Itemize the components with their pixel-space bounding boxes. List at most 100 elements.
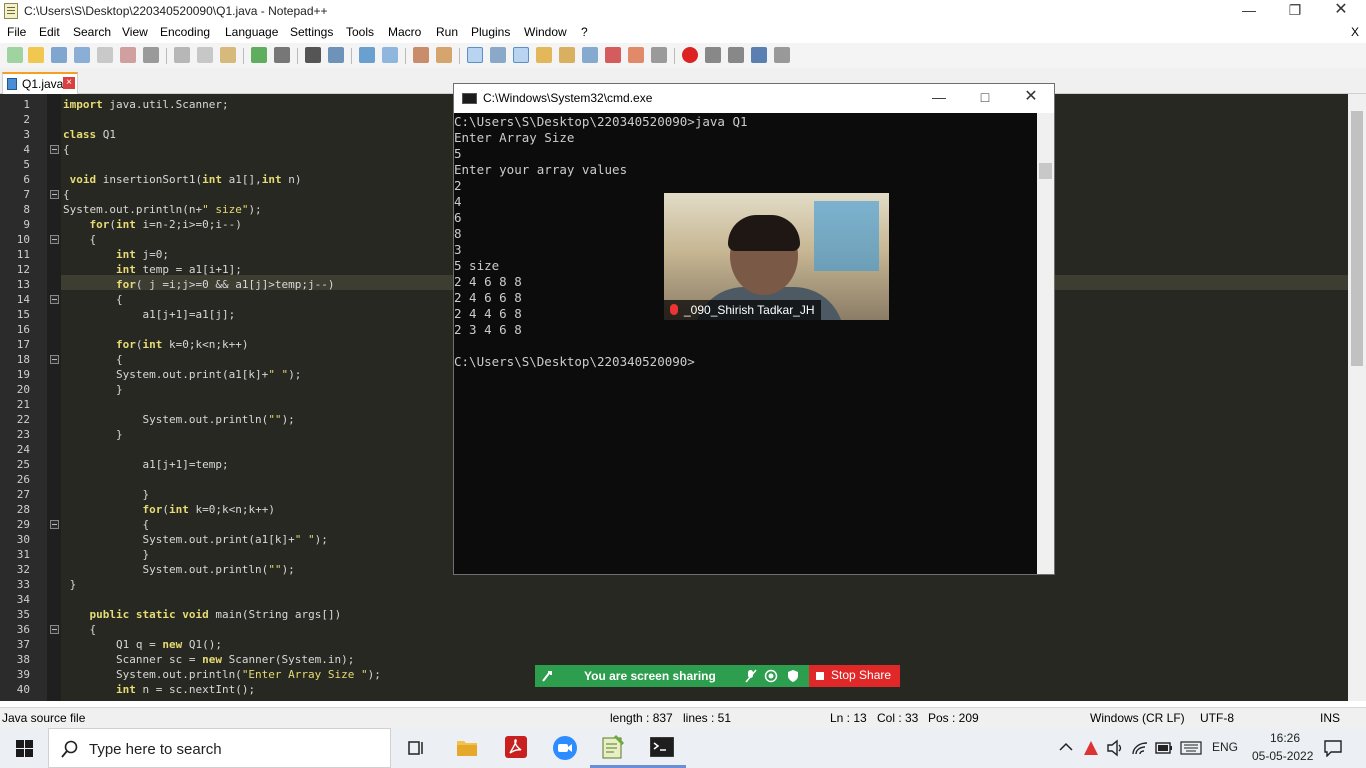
menu-tools[interactable]: Tools [346,25,374,39]
app-tray-icon[interactable] [1082,739,1100,757]
fold-toggle-icon[interactable] [50,355,59,364]
play-macro-icon[interactable] [728,47,744,63]
word-wrap-icon[interactable] [467,47,483,63]
zoom-app-icon[interactable] [553,736,577,760]
menu-run[interactable]: Run [436,25,458,39]
mic-muted-icon[interactable] [745,669,757,683]
run-macro-multiple-icon[interactable] [751,47,767,63]
folder-workspace-icon[interactable] [628,47,644,63]
scrollbar-thumb[interactable] [1039,163,1052,179]
fold-toggle-icon[interactable] [50,145,59,154]
zoom-out-icon[interactable] [382,47,398,63]
fold-toggle-icon[interactable] [50,235,59,244]
stop-share-button[interactable]: Stop Share [809,665,900,687]
close-button[interactable]: ✕ [1318,0,1364,22]
cmd-output-line: C:\Users\S\Desktop\220340520090> [454,354,695,369]
new-file-icon[interactable] [7,47,23,63]
tab-close-icon[interactable]: × [63,77,75,89]
notifications-icon[interactable] [1324,739,1342,757]
close-file-icon[interactable] [97,47,113,63]
record-macro-icon[interactable] [682,47,698,63]
monitoring-icon[interactable] [651,47,667,63]
close-all-icon[interactable] [120,47,136,63]
paste-icon[interactable] [220,47,236,63]
cmd-output-line: 3 [454,242,462,257]
find-icon[interactable] [305,47,321,63]
save-icon[interactable] [51,47,67,63]
file-explorer-icon[interactable] [456,737,478,757]
fold-toggle-icon[interactable] [50,295,59,304]
save-macro-icon[interactable] [774,47,790,63]
taskbar-search-box[interactable]: Type here to search [48,728,391,768]
stop-macro-icon[interactable] [705,47,721,63]
sync-horizontal-icon[interactable] [436,47,452,63]
zoom-in-icon[interactable] [359,47,375,63]
minimize-button[interactable]: — [1226,0,1272,22]
task-view-icon[interactable] [407,739,425,757]
shield-icon[interactable] [787,669,799,683]
menu-edit[interactable]: Edit [39,25,60,39]
webcam-video-tile[interactable]: _090_Shirish Tadkar_JH [664,193,889,320]
fold-toggle-icon[interactable] [50,520,59,529]
clock-time[interactable]: 16:26 [1261,731,1309,745]
fold-toggle-icon[interactable] [50,625,59,634]
function-list-icon[interactable] [605,47,621,63]
sync-vertical-icon[interactable] [413,47,429,63]
cmd-minimize-button[interactable]: — [916,87,962,109]
cut-icon[interactable] [174,47,190,63]
volume-icon[interactable] [1106,739,1124,757]
restore-button[interactable]: ❐ [1272,0,1318,22]
clock-date[interactable]: 05-05-2022 [1252,749,1313,763]
input-language[interactable]: ENG [1212,740,1238,754]
menu-search[interactable]: Search [73,25,111,39]
acrobat-icon[interactable] [505,736,527,758]
cmd-window[interactable]: C:\Windows\System32\cmd.exe — □ ✕ C:\Use… [453,83,1055,575]
indent-guide-icon[interactable] [513,47,529,63]
menu-settings[interactable]: Settings [290,25,333,39]
toolbar-separator [166,48,167,64]
cmd-close-button[interactable]: ✕ [1008,87,1054,109]
menu-file[interactable]: File [7,25,26,39]
notepad-plus-plus-icon[interactable] [601,734,625,760]
battery-icon[interactable] [1155,740,1173,756]
code-line: a1[j+1]=a1[j]; [63,308,236,321]
cmd-taskbar-icon[interactable] [650,737,674,757]
menu-close-doc[interactable]: X [1351,25,1359,39]
cmd-maximize-button[interactable]: □ [962,87,1008,109]
line-number-gutter: 1 2 3 4 5 6 7 8 9 10 11 12 13 14 15 16 17 18 19 20 21 22 23 24 2… [0,94,47,701]
wifi-icon[interactable] [1131,739,1149,757]
menu-language[interactable]: Language [225,25,278,39]
undo-icon[interactable] [251,47,267,63]
cmd-vertical-scrollbar[interactable] [1037,113,1054,574]
status-eol: Windows (CR LF) [1090,711,1185,725]
cmd-app-icon [462,93,477,104]
code-line: import java.util.Scanner; [63,98,229,111]
copy-icon[interactable] [197,47,213,63]
doc-map-icon[interactable] [559,47,575,63]
keyboard-icon[interactable] [1180,741,1202,755]
menu-plugins[interactable]: Plugins [471,25,510,39]
save-all-icon[interactable] [74,47,90,63]
status-length: length : 837 [610,711,673,725]
code-line: { [63,623,97,636]
scrollbar-thumb[interactable] [1351,111,1363,366]
redo-icon[interactable] [274,47,290,63]
tab-q1-java[interactable]: Q1.java × [2,72,78,94]
editor-vertical-scrollbar[interactable] [1348,94,1366,701]
replace-icon[interactable] [328,47,344,63]
drag-handle-icon[interactable] [541,669,553,683]
fold-toggle-icon[interactable] [50,190,59,199]
record-icon[interactable] [764,669,778,683]
menu-encoding[interactable]: Encoding [160,25,210,39]
menu-help[interactable]: ? [581,25,588,39]
windows-start-icon[interactable] [16,740,33,757]
print-icon[interactable] [143,47,159,63]
chevron-up-icon[interactable] [1059,742,1073,752]
udl-icon[interactable] [536,47,552,63]
show-all-chars-icon[interactable] [490,47,506,63]
menu-macro[interactable]: Macro [388,25,421,39]
open-file-icon[interactable] [28,47,44,63]
menu-window[interactable]: Window [524,25,567,39]
menu-view[interactable]: View [122,25,148,39]
doc-list-icon[interactable] [582,47,598,63]
